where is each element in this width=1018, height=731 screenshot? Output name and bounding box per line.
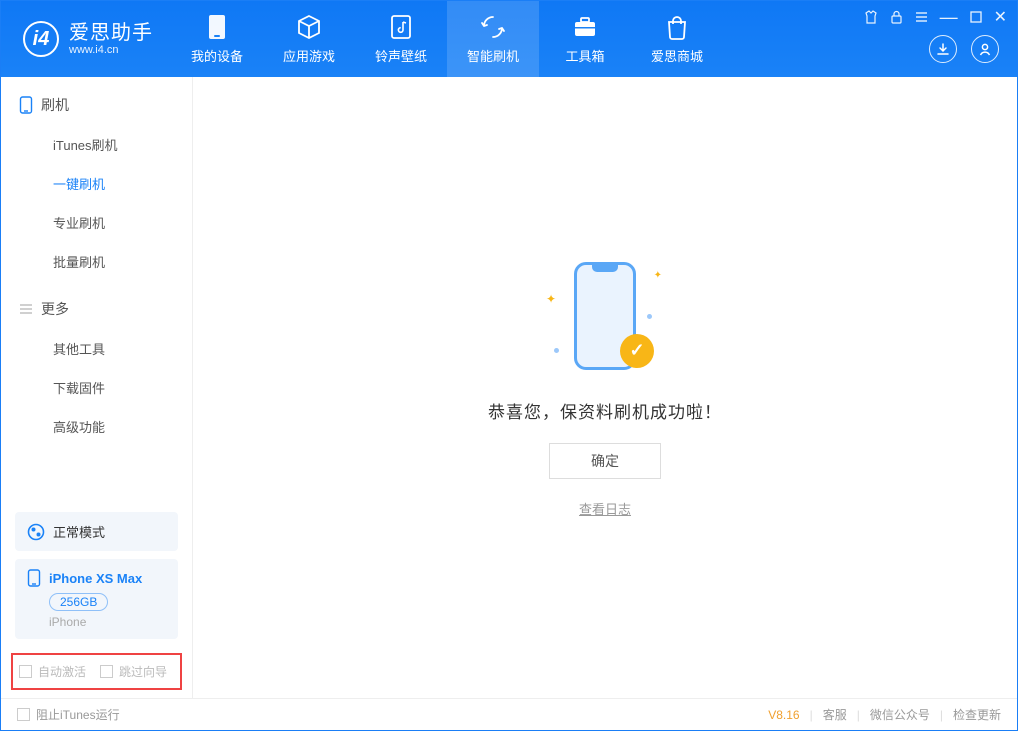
titlebar-actions <box>929 35 999 63</box>
mode-icon <box>27 523 45 541</box>
tab-label: 铃声壁纸 <box>375 46 427 65</box>
cube-icon <box>296 14 322 40</box>
app-window: i4 爱思助手 www.i4.cn 我的设备 应用游戏 铃声壁纸 智能刷机 <box>0 0 1018 731</box>
checkbox-icon <box>100 665 113 678</box>
tab-smart-flash[interactable]: 智能刷机 <box>447 1 539 77</box>
device-capacity: 256GB <box>49 593 108 611</box>
sidebar-item-download-firmware[interactable]: 下载固件 <box>1 368 192 407</box>
sidebar-item-advanced[interactable]: 高级功能 <box>1 407 192 446</box>
sidebar-item-itunes-flash[interactable]: iTunes刷机 <box>1 125 192 164</box>
footer-link-wechat[interactable]: 微信公众号 <box>870 706 930 723</box>
close-button[interactable]: ✕ <box>994 7 1007 27</box>
device-type: iPhone <box>49 615 166 629</box>
checkbox-label: 自动激活 <box>38 663 86 680</box>
device-card[interactable]: iPhone XS Max 256GB iPhone <box>15 559 178 639</box>
mode-indicator[interactable]: 正常模式 <box>15 512 178 551</box>
checkbox-block-itunes[interactable]: 阻止iTunes运行 <box>17 706 120 723</box>
briefcase-icon <box>572 14 598 40</box>
device-icon <box>27 569 41 587</box>
tab-toolbox[interactable]: 工具箱 <box>539 1 631 77</box>
footer-link-support[interactable]: 客服 <box>823 706 847 723</box>
nav-tabs: 我的设备 应用游戏 铃声壁纸 智能刷机 工具箱 爱思商城 <box>171 1 723 77</box>
app-name: 爱思助手 <box>69 22 153 44</box>
sidebar-item-one-click-flash[interactable]: 一键刷机 <box>1 164 192 203</box>
music-file-icon <box>388 14 414 40</box>
app-url: www.i4.cn <box>69 44 153 56</box>
checkbox-label: 跳过向导 <box>119 663 167 680</box>
sidebar-section-more: 更多 <box>1 281 192 329</box>
tab-ringtone-wallpaper[interactable]: 铃声壁纸 <box>355 1 447 77</box>
titlebar: i4 爱思助手 www.i4.cn 我的设备 应用游戏 铃声壁纸 智能刷机 <box>1 1 1017 77</box>
checkbox-skip-guide[interactable]: 跳过向导 <box>100 663 167 680</box>
tab-label: 应用游戏 <box>283 46 335 65</box>
checkbox-auto-activate[interactable]: 自动激活 <box>19 663 86 680</box>
tab-label: 工具箱 <box>565 46 604 65</box>
checkbox-icon <box>17 708 30 721</box>
sidebar-item-pro-flash[interactable]: 专业刷机 <box>1 203 192 242</box>
mode-label: 正常模式 <box>53 522 105 541</box>
tab-apps-games[interactable]: 应用游戏 <box>263 1 355 77</box>
window-controls: — ✕ <box>864 7 1007 27</box>
maximize-button[interactable] <box>970 11 982 23</box>
success-message: 恭喜您，保资料刷机成功啦！ <box>488 398 722 423</box>
section-title: 更多 <box>41 299 69 319</box>
checkbox-icon <box>19 665 32 678</box>
highlighted-options: 自动激活 跳过向导 <box>11 653 182 690</box>
ok-button[interactable]: 确定 <box>549 443 661 479</box>
menu-icon[interactable] <box>915 11 928 23</box>
device-icon <box>204 14 230 40</box>
user-button[interactable] <box>971 35 999 63</box>
phone-outline-icon <box>19 96 33 114</box>
lock-icon[interactable] <box>890 10 903 24</box>
tab-label: 智能刷机 <box>467 46 519 65</box>
sidebar-section-flash: 刷机 <box>1 77 192 125</box>
bag-icon <box>664 14 690 40</box>
device-name-text: iPhone XS Max <box>49 571 142 586</box>
tab-label: 我的设备 <box>191 46 243 65</box>
sparkle-icon: ✦ <box>654 270 662 281</box>
body: 刷机 iTunes刷机 一键刷机 专业刷机 批量刷机 更多 其他工具 下载固件 … <box>1 77 1017 698</box>
sidebar: 刷机 iTunes刷机 一键刷机 专业刷机 批量刷机 更多 其他工具 下载固件 … <box>1 77 193 698</box>
minimize-button[interactable]: — <box>940 13 958 21</box>
tab-label: 爱思商城 <box>651 46 703 65</box>
version-label: V8.16 <box>768 708 799 722</box>
download-button[interactable] <box>929 35 957 63</box>
view-log-link[interactable]: 查看日志 <box>579 499 631 518</box>
success-illustration: ✦ ✦ ✓ <box>550 258 660 378</box>
logo-icon: i4 <box>23 21 59 57</box>
section-title: 刷机 <box>41 95 69 115</box>
shirt-icon[interactable] <box>864 10 878 24</box>
dot-icon <box>554 348 559 353</box>
refresh-shield-icon <box>480 14 506 40</box>
checkmark-badge-icon: ✓ <box>620 334 654 368</box>
checkbox-label: 阻止iTunes运行 <box>36 706 120 723</box>
tab-store[interactable]: 爱思商城 <box>631 1 723 77</box>
statusbar: 阻止iTunes运行 V8.16 | 客服 | 微信公众号 | 检查更新 <box>1 698 1017 730</box>
list-icon <box>19 303 33 315</box>
sidebar-item-other-tools[interactable]: 其他工具 <box>1 329 192 368</box>
main-content: ✦ ✦ ✓ 恭喜您，保资料刷机成功啦！ 确定 查看日志 <box>193 77 1017 698</box>
footer-link-check-update[interactable]: 检查更新 <box>953 706 1001 723</box>
sparkle-icon: ✦ <box>546 292 556 306</box>
tab-my-device[interactable]: 我的设备 <box>171 1 263 77</box>
dot-icon <box>647 314 652 319</box>
app-logo: i4 爱思助手 www.i4.cn <box>1 21 171 57</box>
sidebar-item-batch-flash[interactable]: 批量刷机 <box>1 242 192 281</box>
